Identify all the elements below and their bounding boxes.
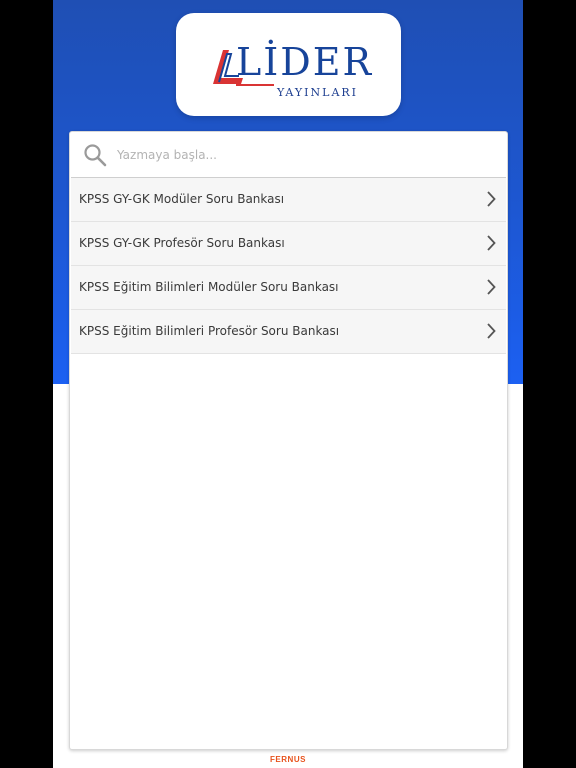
chevron-right-icon (487, 235, 496, 251)
brand-logo-subtitle: YAYINLARI (277, 86, 359, 99)
list-item[interactable]: KPSS Eğitim Bilimleri Modüler Soru Banka… (71, 266, 506, 310)
list-item-label: KPSS Eğitim Bilimleri Modüler Soru Banka… (79, 280, 339, 294)
list-item-label: KPSS Eğitim Bilimleri Profesör Soru Bank… (79, 324, 340, 338)
app-screen: LİDER YAYINLARI KPSS GY-GK Modüler Soru … (53, 0, 523, 768)
book-list: KPSS GY-GK Modüler Soru Bankası KPSS GY-… (71, 178, 506, 354)
chevron-right-icon (487, 191, 496, 207)
search-bar (71, 133, 506, 178)
footer-brand: FERNUS (270, 755, 306, 764)
list-item[interactable]: KPSS GY-GK Modüler Soru Bankası (71, 178, 506, 222)
list-item[interactable]: KPSS Eğitim Bilimleri Profesör Soru Bank… (71, 310, 506, 354)
content-panel: KPSS GY-GK Modüler Soru Bankası KPSS GY-… (69, 131, 508, 750)
search-icon (84, 144, 107, 167)
search-input[interactable] (117, 140, 487, 170)
list-item-label: KPSS GY-GK Profesör Soru Bankası (79, 236, 285, 250)
brand-logo-text: LİDER (236, 40, 374, 84)
logo-accent-line (236, 84, 274, 86)
chevron-right-icon (487, 279, 496, 295)
list-item-label: KPSS GY-GK Modüler Soru Bankası (79, 192, 285, 206)
list-item[interactable]: KPSS GY-GK Profesör Soru Bankası (71, 222, 506, 266)
chevron-right-icon (487, 323, 496, 339)
brand-logo-card: LİDER YAYINLARI (176, 13, 401, 116)
